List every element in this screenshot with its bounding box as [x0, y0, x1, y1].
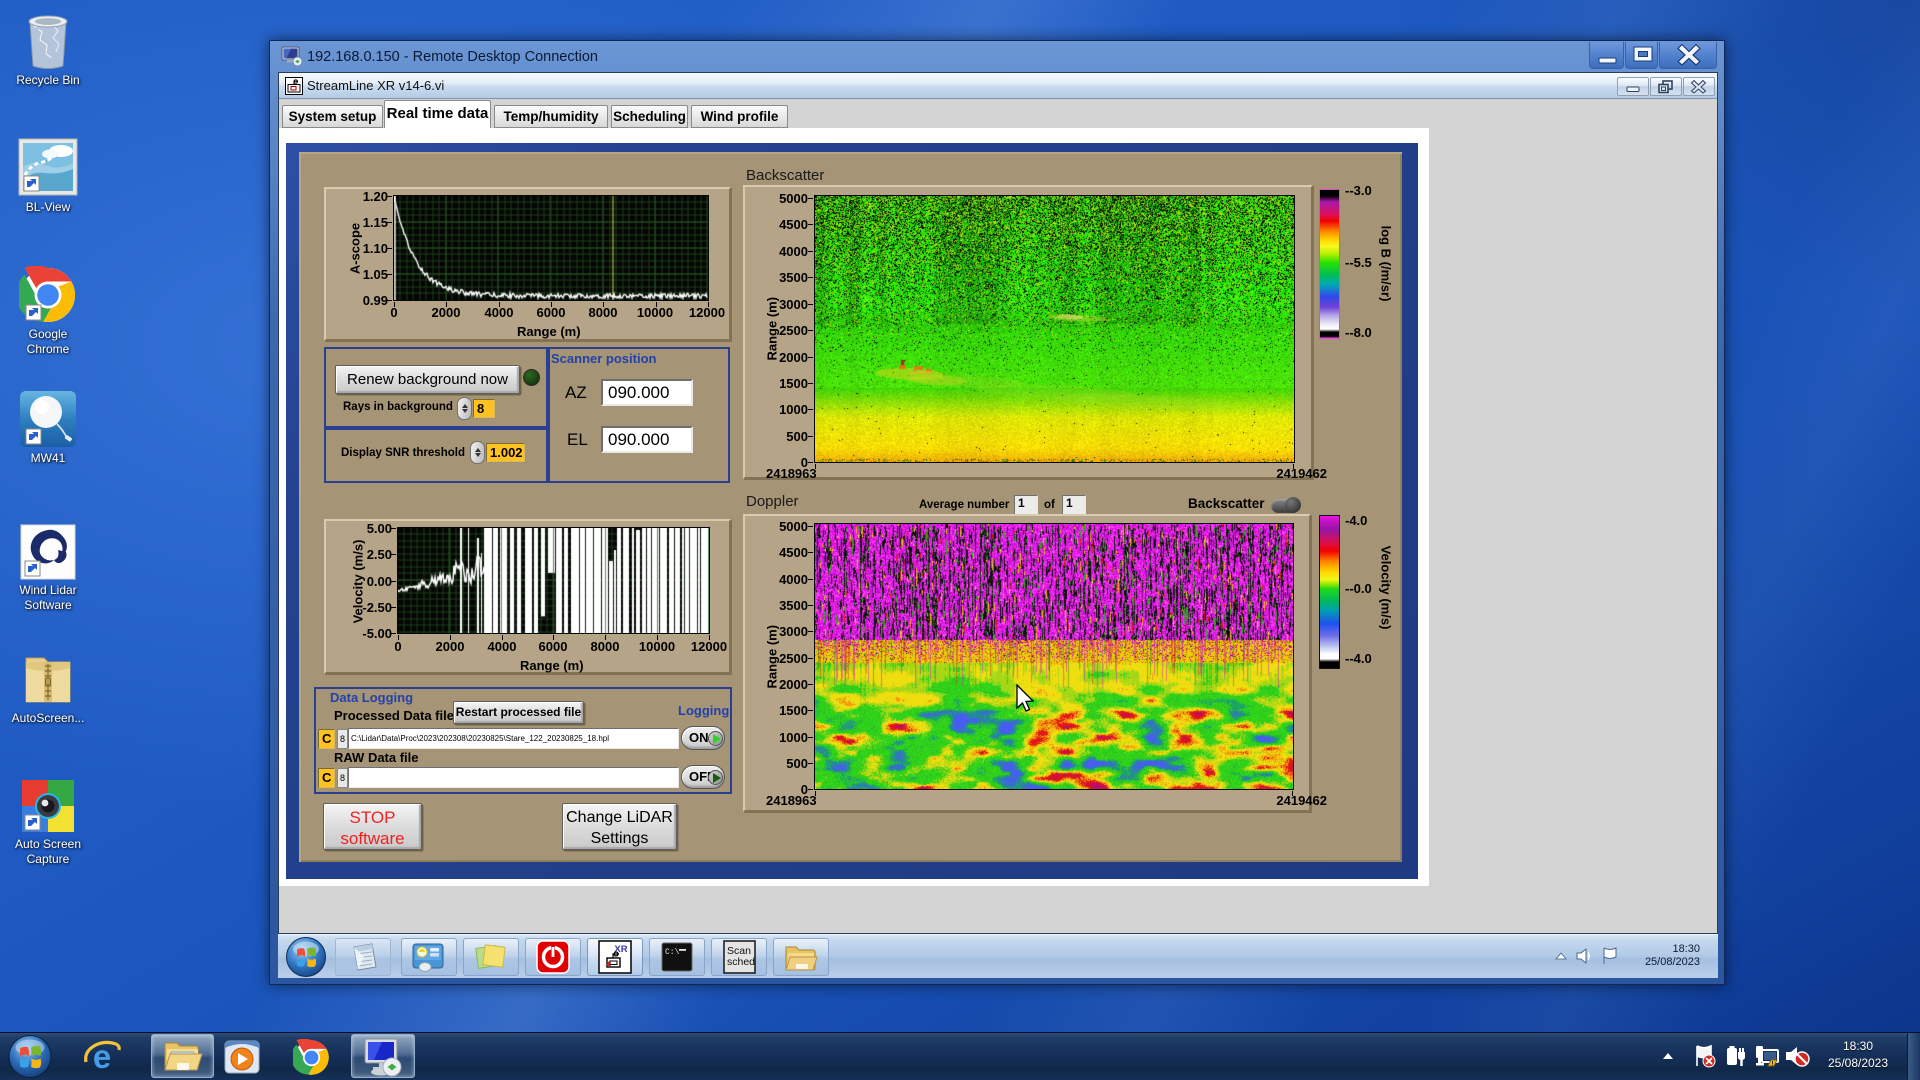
svg-text:sched: sched [727, 956, 755, 968]
svg-text:XR: XR [614, 944, 627, 955]
svg-text:!: ! [1772, 1062, 1774, 1068]
svg-text:C:\: C:\ [665, 948, 680, 957]
